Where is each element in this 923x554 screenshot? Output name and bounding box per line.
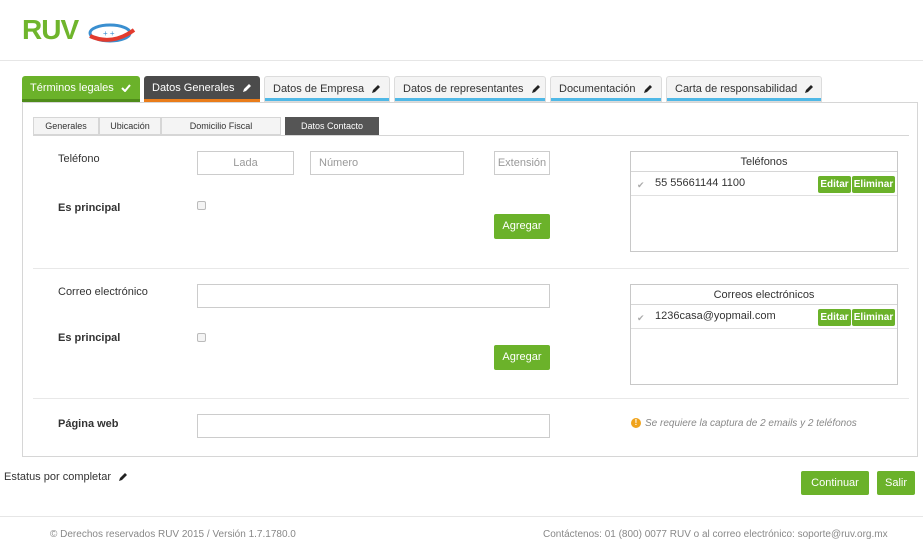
phones-table-title: Teléfonos	[631, 152, 897, 172]
tab-label: Datos de Empresa	[273, 83, 365, 95]
logo-swirl-icon: + +	[88, 23, 136, 43]
table-row: ✔ 55 55661144 1100 Editar Eliminar	[631, 172, 897, 196]
numero-input[interactable]: Número	[310, 151, 464, 175]
check-icon: ✔	[637, 180, 645, 190]
pencil-icon	[372, 85, 381, 94]
add-phone-button[interactable]: Agregar	[494, 214, 550, 239]
pencil-icon	[805, 85, 814, 94]
email-value: 1236casa@yopmail.com	[655, 310, 776, 322]
tab-label: Datos Generales	[152, 82, 235, 94]
tab-label: Términos legales	[30, 82, 114, 94]
tab-label: Documentación	[559, 83, 636, 95]
delete-email-button[interactable]: Eliminar	[852, 309, 895, 326]
email-input[interactable]	[197, 284, 550, 308]
tab-datos-generales[interactable]: Datos Generales	[144, 76, 260, 102]
correo-label: Correo electrónico	[58, 286, 148, 298]
email-principal-checkbox[interactable]	[197, 333, 206, 342]
status-text: Estatus por completar	[4, 471, 111, 483]
emails-table-title: Correos electrónicos	[631, 285, 897, 305]
emails-table: Correos electrónicos ✔ 1236casa@yopmail.…	[630, 284, 898, 385]
phone-value: 55 55661144 1100	[655, 177, 746, 189]
svg-text:+ +: + +	[103, 29, 115, 38]
tab-carta-responsabilidad[interactable]: Carta de responsabilidad	[666, 76, 822, 102]
subtab-datos-contacto[interactable]: Datos Contacto	[285, 117, 379, 135]
contact-text: Contáctenos: 01 (800) 0077 RUV o al corr…	[543, 529, 888, 540]
tab-terminos-legales[interactable]: Términos legales	[22, 76, 140, 102]
subtab-generales[interactable]: Generales	[33, 117, 99, 135]
delete-phone-button[interactable]: Eliminar	[852, 176, 895, 193]
tab-label: Datos de representantes	[403, 83, 524, 95]
email-principal-label: Es principal	[58, 332, 121, 344]
table-row: ✔ 1236casa@yopmail.com Editar Eliminar	[631, 305, 897, 329]
exit-button[interactable]: Salir	[877, 471, 915, 495]
tab-datos-representantes[interactable]: Datos de representantes	[394, 76, 546, 102]
pencil-icon	[531, 85, 540, 94]
note-text: Se requiere la captura de 2 emails y 2 t…	[645, 418, 857, 429]
tab-documentacion[interactable]: Documentación	[550, 76, 662, 102]
subtab-divider	[33, 135, 909, 136]
section-divider	[33, 398, 909, 399]
check-icon: ✔	[637, 313, 645, 323]
pencil-icon	[242, 84, 251, 93]
pagina-web-label: Página web	[58, 418, 119, 430]
add-email-button[interactable]: Agregar	[494, 345, 550, 370]
footer-divider	[0, 516, 923, 517]
info-icon: !	[631, 418, 641, 429]
requirement-note: ! Se requiere la captura de 2 emails y 2 …	[631, 418, 857, 429]
header-divider	[0, 60, 923, 61]
subtab-ubicacion[interactable]: Ubicación	[99, 117, 161, 135]
extension-input[interactable]: Extensión	[494, 151, 550, 175]
ruv-logo: RUV	[22, 14, 79, 45]
section-divider	[33, 268, 909, 269]
phone-principal-label: Es principal	[58, 202, 121, 214]
phones-table: Teléfonos ✔ 55 55661144 1100 Editar Elim…	[630, 151, 898, 252]
pencil-icon	[643, 85, 652, 94]
check-icon	[121, 84, 131, 93]
tab-datos-empresa[interactable]: Datos de Empresa	[264, 76, 390, 102]
web-input[interactable]	[197, 414, 550, 438]
continue-button[interactable]: Continuar	[801, 471, 869, 495]
tab-label: Carta de responsabilidad	[675, 83, 798, 95]
edit-email-button[interactable]: Editar	[818, 309, 851, 326]
status-label: Estatus por completar	[4, 471, 128, 483]
telefono-label: Teléfono	[58, 153, 100, 165]
subtab-domicilio-fiscal[interactable]: Domicilio Fiscal	[161, 117, 281, 135]
copyright-text: © Derechos reservados RUV 2015 / Versión…	[50, 529, 296, 540]
form-panel: Generales Ubicación Domicilio Fiscal Dat…	[22, 102, 918, 457]
pencil-icon	[119, 473, 128, 482]
phone-principal-checkbox[interactable]	[197, 201, 206, 210]
lada-input[interactable]: Lada	[197, 151, 294, 175]
edit-phone-button[interactable]: Editar	[818, 176, 851, 193]
